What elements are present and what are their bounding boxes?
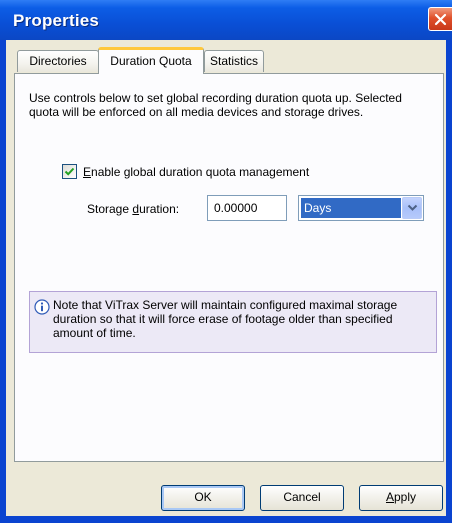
tab-duration-quota[interactable]: Duration Quota: [98, 47, 204, 74]
enable-quota-label-rest: nable global duration quota management: [91, 165, 310, 179]
storage-duration-label-prefix: Storage: [87, 202, 133, 216]
chevron-down-icon: [407, 204, 418, 211]
info-icon: [34, 299, 50, 315]
apply-button-mnemonic: A: [385, 490, 394, 504]
info-note: Note that ViTrax Server will maintain co…: [29, 291, 437, 353]
enable-quota-label: Enable global duration quota management: [83, 165, 309, 179]
close-icon: [434, 13, 447, 26]
window-bottom-border: [0, 516, 452, 523]
ok-button[interactable]: OK: [161, 485, 245, 511]
tab-directories[interactable]: Directories: [17, 50, 99, 72]
enable-quota-label-mnemonic: E: [83, 165, 92, 179]
duration-unit-value: Days: [301, 198, 401, 218]
cancel-button[interactable]: Cancel: [260, 485, 344, 511]
enable-quota-checkbox[interactable]: [62, 164, 77, 179]
duration-unit-select[interactable]: Days: [298, 195, 424, 221]
tab-statistics[interactable]: Statistics: [204, 50, 264, 72]
description-text: Use controls below to set global recordi…: [29, 91, 402, 119]
apply-button-label-rest: pply: [394, 490, 417, 504]
close-button[interactable]: [428, 7, 452, 31]
dialog-client-area: Directories Duration Quota Statistics Us…: [6, 40, 446, 516]
properties-window: Properties Directories Duration Quota St…: [0, 0, 452, 523]
check-icon: [64, 167, 75, 176]
storage-duration-label-rest: uration:: [139, 202, 180, 216]
window-title: Properties: [13, 11, 100, 30]
storage-duration-input[interactable]: [207, 195, 287, 221]
info-note-text: Note that ViTrax Server will maintain co…: [53, 298, 398, 340]
duration-unit-dropdown-button[interactable]: [402, 197, 422, 219]
apply-button[interactable]: Apply: [359, 485, 443, 511]
duration-quota-panel: Use controls below to set global recordi…: [14, 73, 444, 462]
storage-duration-label: Storage duration:: [87, 202, 179, 216]
title-bar[interactable]: Properties: [0, 0, 452, 40]
